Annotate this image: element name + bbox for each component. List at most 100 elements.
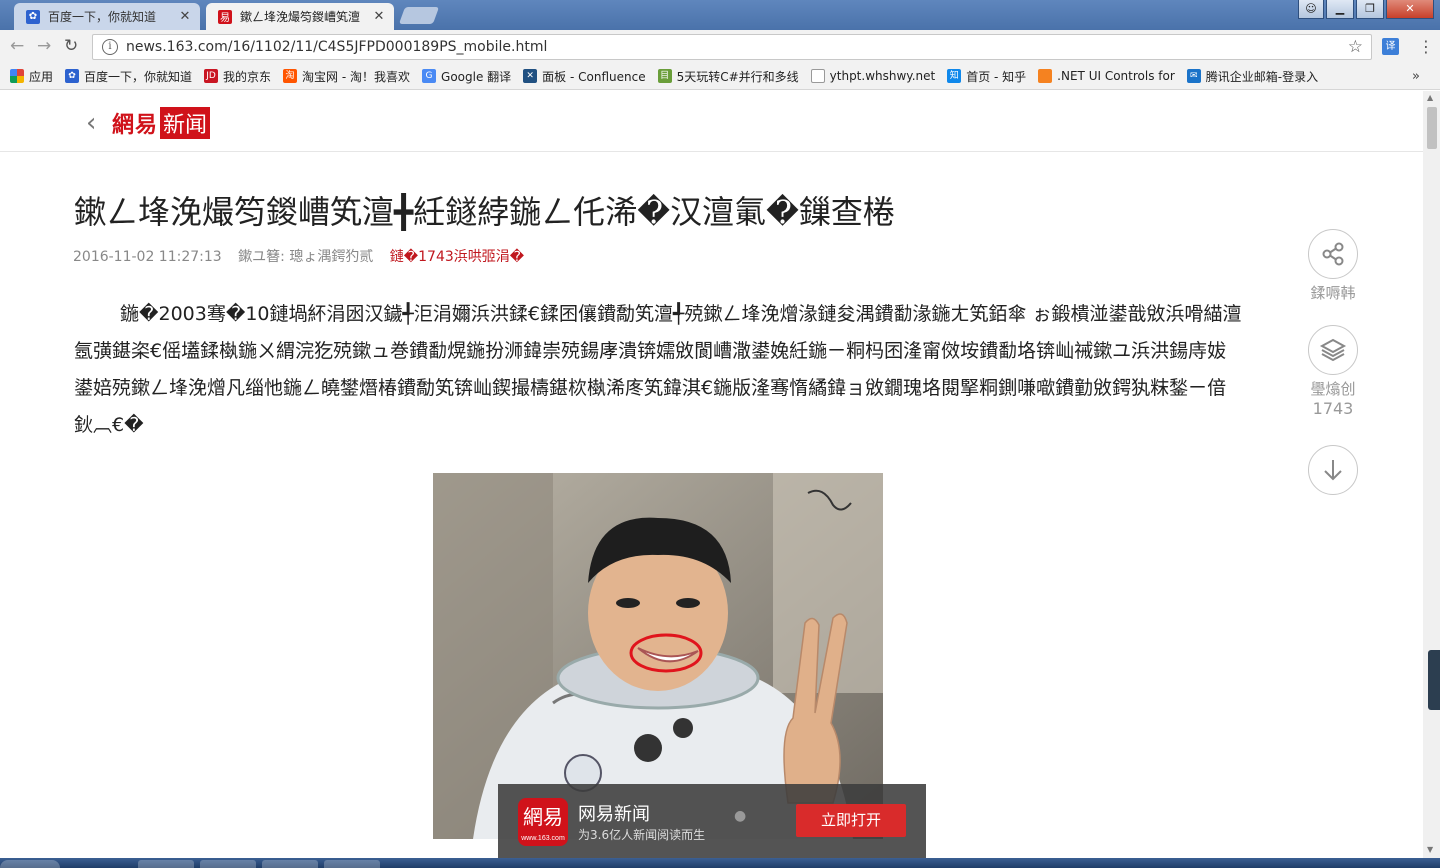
article-body: 鍦�2003骞�10鏈堝紑涓囦汉鐬╃洰涓嬭浜洪鍒€鍒囨儴鐨勪笂澶╃殑鏉ㄥ埄浼熷湪… [74,303,1242,436]
bookmark-label: 面板 - Confluence [542,69,646,84]
article-source: 鏉ユ簮: 璁ょ湡鍔犳贰 [238,249,374,265]
bookmark-baidu[interactable]: ✿ 百度一下，你就知道 [65,68,192,85]
devexpress-icon [1038,69,1053,83]
url-text[interactable]: news.163.com/16/1102/11/C4S5JFPD000189PS… [126,39,547,55]
bookmark-taobao[interactable]: 淘 淘宝网 - 淘！我喜欢 [283,68,410,85]
comment-count-link[interactable]: 鏈�1743浜哄弬涓� [390,249,524,265]
page-scrollbar[interactable]: ▲ ▼ [1423,91,1440,858]
taskbar-app[interactable] [324,860,380,868]
bookmark-jd[interactable]: JD 我的京东 [204,68,271,85]
netease-icon: 易 [218,9,232,24]
jd-icon: JD [204,69,219,83]
book-icon: 目 [657,69,672,83]
taskbar-app[interactable] [200,860,256,868]
maximize-button[interactable]: ❐ [1356,0,1384,19]
app-name: 网易新闻 [578,804,650,825]
google-translate-icon: G [422,69,437,83]
tab-baidu[interactable]: ✿ 百度一下，你就知道 ✕ [14,3,200,30]
bookmark-ythpt[interactable]: ythpt.whshwy.net [810,69,936,83]
bookmarks-overflow-icon[interactable]: » [1412,69,1420,84]
scroll-up-arrow-icon[interactable]: ▲ [1427,93,1433,102]
bookmark-label: 我的京东 [223,69,272,84]
app-slogan: 为3.6亿人新闻阅读而生 [578,828,706,842]
scroll-down-button[interactable] [1308,445,1358,495]
baidu-paw-icon: ✿ [26,9,40,24]
bookmark-label: 腾讯企业邮箱-登录入 [1205,69,1319,84]
app-logo-text: 網易 [523,805,563,829]
comments-button[interactable] [1308,325,1358,375]
share-button[interactable] [1308,229,1358,279]
bookmark-label: 5天玩转C#并行和多线 [676,69,799,84]
tencent-mail-icon: ✉ [1186,69,1201,83]
close-window-button[interactable]: ✕ [1386,0,1434,19]
bookmark-label: .NET UI Controls for [1057,69,1175,83]
bookmarks-bar: 应用 ✿ 百度一下，你就知道 JD 我的京东 淘 淘宝网 - 淘！我喜欢 G G… [0,63,1440,90]
minimize-button[interactable]: ▁ [1326,0,1354,19]
netease-app-icon: 網易 www.163.com [518,798,568,846]
wechat-watermark-icon: ● [734,808,747,824]
article-headline: 鏉ㄥ埄浼熶笉鍐嶆笂澶╋紝鐩綍鍦ㄥ仛浠�汉澶氭�鏁查棬 [74,193,895,231]
logo-box: 新闻 [160,107,211,139]
tab-netease-news[interactable]: 易 鏉ㄥ埄浼熶笉鍐嶆笂澶 ✕ [206,3,394,30]
page-icon [810,69,825,83]
back-chevron-icon[interactable]: ‹ [86,108,96,138]
share-label: 鍒嗕韩 [1310,284,1356,302]
taskbar-app[interactable] [138,860,194,868]
scroll-thumb[interactable] [1427,107,1437,149]
tab-title: 鏉ㄥ埄浼熶笉鍐嶆笂澶 [240,10,361,24]
start-button[interactable] [0,860,60,868]
bookmark-google-translate[interactable]: G Google 翻译 [422,68,511,85]
tab-title: 百度一下，你就知道 [48,10,157,24]
bookmark-csharp[interactable]: 目 5天玩转C#并行和多线 [657,68,799,85]
layers-icon [1319,338,1347,362]
bookmark-zhihu[interactable]: 知 首页 - 知乎 [947,68,1026,85]
bookmark-star-icon[interactable]: ☆ [1348,37,1363,57]
back-arrow-icon[interactable]: ← [10,36,24,56]
browser-menu-icon[interactable]: ⋮ [1418,37,1434,56]
logo-text: 網易 [112,112,159,138]
browser-titlebar: ✿ 百度一下，你就知道 ✕ 易 鏉ㄥ埄浼熶笉鍐嶆笂澶 ✕ ☺ ▁ ❐ ✕ [0,0,1440,30]
bookmark-apps[interactable]: 应用 [10,68,53,85]
address-bar[interactable]: i news.163.com/16/1102/11/C4S5JFPD000189… [92,34,1372,60]
bookmark-label: 百度一下，你就知道 [84,69,193,84]
taobao-icon: 淘 [283,69,298,83]
bookmark-tencent-mail[interactable]: ✉ 腾讯企业邮箱-登录入 [1186,68,1319,85]
window-controls: ☺ ▁ ❐ ✕ [1298,0,1434,19]
new-tab-button[interactable] [398,7,440,24]
site-header: ‹ 網易 新闻 [0,91,1423,152]
arrow-down-icon [1324,460,1342,481]
bookmark-label: 淘宝网 - 淘！我喜欢 [302,69,411,84]
page-info-icon[interactable]: i [102,39,118,55]
translate-extension-icon[interactable]: 译 [1382,38,1399,55]
bookmark-label: Google 翻译 [441,69,512,84]
side-extension-tab[interactable] [1428,650,1440,710]
netease-news-logo[interactable]: 網易 新闻 [112,107,211,139]
taskbar-app[interactable] [262,860,318,868]
reload-icon[interactable]: ↻ [64,36,78,56]
bookmark-confluence[interactable]: ✕ 面板 - Confluence [523,68,646,85]
share-icon [1322,242,1344,266]
scroll-down-arrow-icon[interactable]: ▼ [1427,845,1433,854]
tab-close-icon[interactable]: ✕ [372,9,386,24]
article-meta: 2016-11-02 11:27:13 鏉ユ簮: 璁ょ湡鍔犳贰 鏈�1743浜哄… [73,246,524,266]
article-datetime: 2016-11-02 11:27:13 [73,249,222,265]
bookmark-label: 应用 [29,69,54,84]
bookmark-label: ythpt.whshwy.net [829,69,936,83]
browser-toolbar: ← → ↻ i news.163.com/16/1102/11/C4S5JFPD… [0,30,1440,63]
bookmark-devexpress[interactable]: .NET UI Controls for [1038,69,1175,83]
forward-arrow-icon[interactable]: → [37,36,51,56]
app-download-banner[interactable]: 網易 www.163.com 网易新闻 为3.6亿人新闻阅读而生 ● 立即打开 [498,784,926,860]
side-actions: 鍒嗕韩 璺熻创 1743 [1306,229,1360,495]
zhihu-icon: 知 [947,69,962,83]
comment-count: 1743 [1312,399,1354,418]
os-taskbar [0,858,1440,868]
baidu-paw-icon: ✿ [65,69,80,83]
profile-icon[interactable]: ☺ [1298,0,1324,19]
bookmark-label: 首页 - 知乎 [966,69,1027,84]
open-app-button[interactable]: 立即打开 [796,804,906,837]
confluence-icon: ✕ [523,69,538,83]
app-logo-sub: www.163.com [521,835,565,842]
apps-grid-icon [10,69,24,83]
comment-label: 璺熻创 [1310,380,1356,398]
tab-close-icon[interactable]: ✕ [178,9,192,24]
